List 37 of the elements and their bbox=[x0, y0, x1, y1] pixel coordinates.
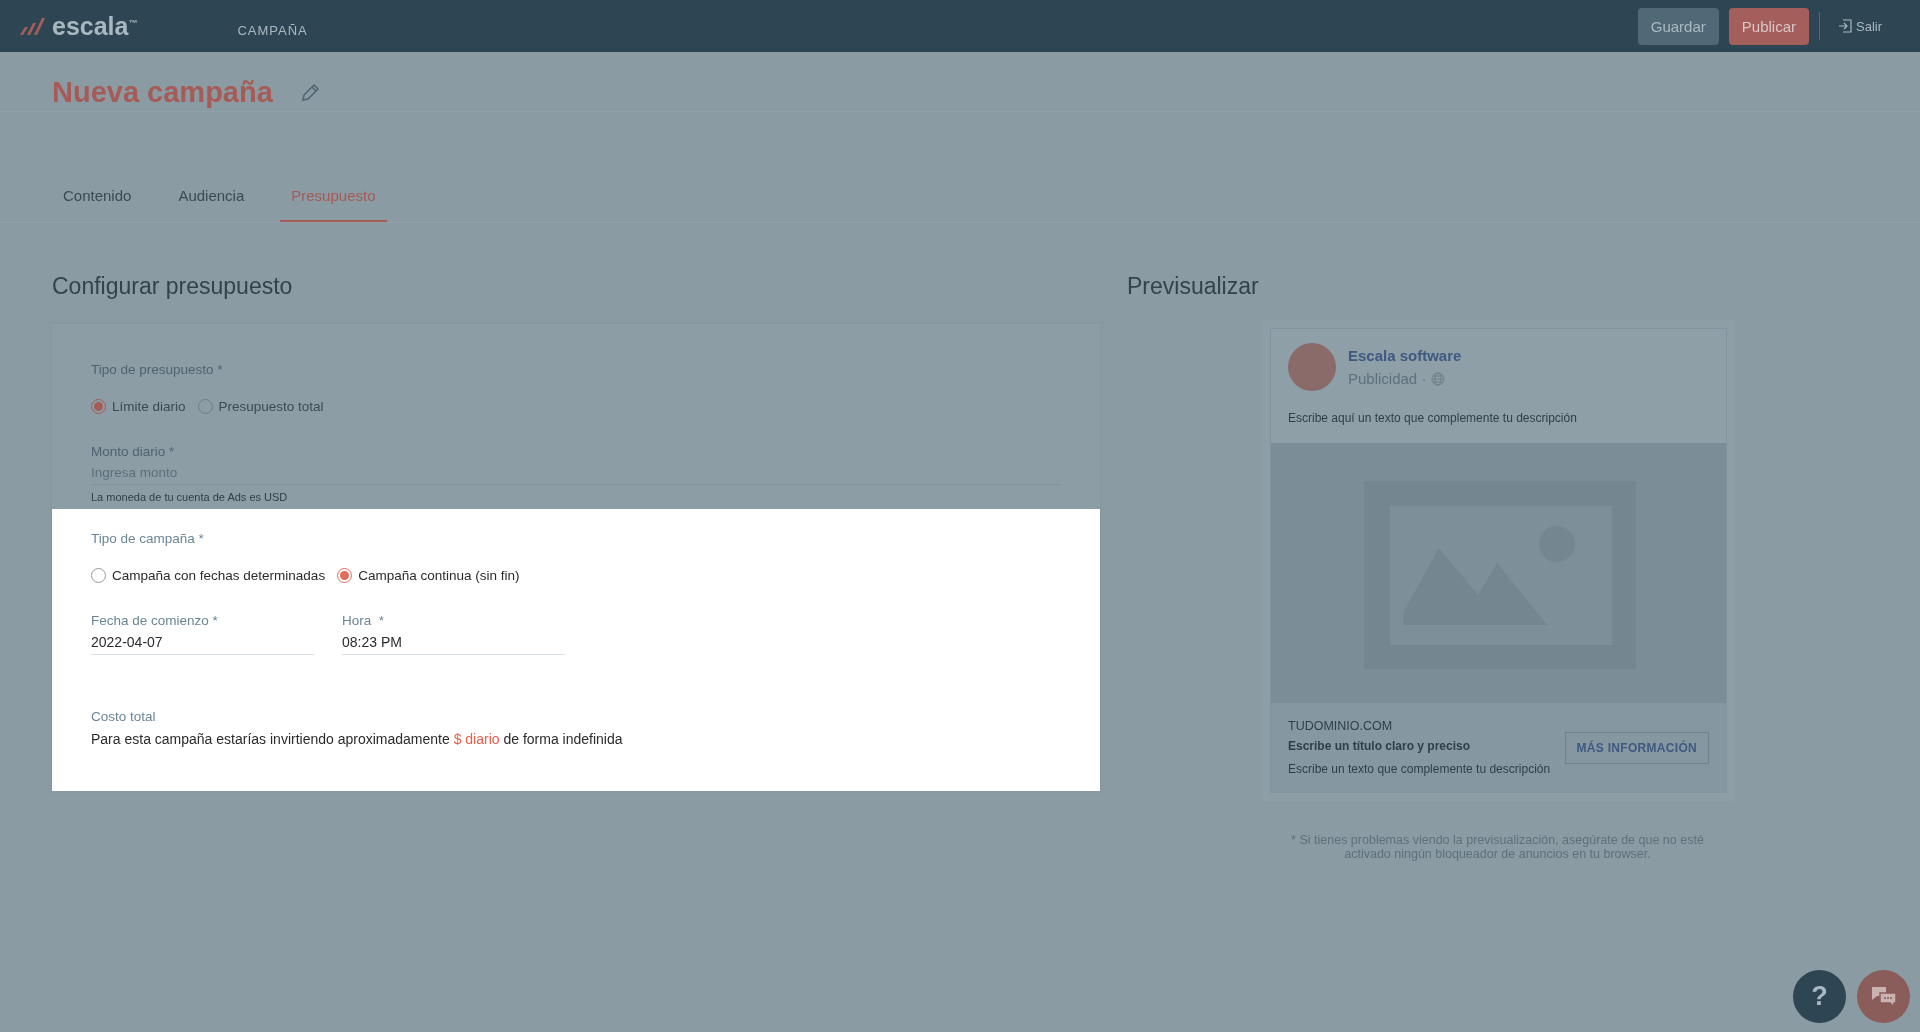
page-title: Nueva campaña bbox=[52, 76, 273, 109]
save-button[interactable]: Guardar bbox=[1637, 7, 1719, 45]
section-heading: Previsualizar bbox=[1127, 273, 1260, 300]
section-title: CAMPAÑA bbox=[237, 22, 308, 38]
ad-description: Escribe un texto que complemente tu descripción bbox=[1288, 762, 1551, 776]
logo-icon bbox=[18, 16, 46, 36]
ad-headline: Escribe un título claro y preciso bbox=[1288, 739, 1472, 753]
radio-option[interactable]: Presupuesto total bbox=[197, 399, 324, 414]
cost-sentence: Para esta campaña estarías invirtiendo aproximadamente $ diario de forma indefinida bbox=[91, 731, 624, 747]
avatar bbox=[1288, 343, 1336, 391]
page-name: Escala software bbox=[1348, 347, 1462, 364]
domain-text: TUDOMINIO.COM bbox=[1288, 719, 1394, 733]
logo-text: escala$^{™}$ bbox=[52, 11, 138, 41]
tab[interactable]: Audiencia bbox=[167, 178, 256, 222]
exit-icon bbox=[1838, 19, 1852, 33]
helper-text: La moneda de tu cuenta de Ads es USD bbox=[91, 491, 289, 503]
field-label: Hora * bbox=[342, 613, 386, 628]
section-heading: Configurar presupuesto bbox=[52, 273, 294, 300]
radio-option[interactable]: Campaña con fechas determinadas bbox=[91, 568, 326, 583]
field-label: Tipo de campaña * bbox=[91, 531, 205, 546]
publish-button[interactable]: Publicar bbox=[1728, 7, 1809, 45]
date-field[interactable]: 2022-04-07 bbox=[91, 628, 314, 655]
exit-link[interactable]: Salir bbox=[1856, 18, 1882, 34]
time-field[interactable]: 08:23 PM bbox=[342, 628, 565, 655]
tab[interactable]: Presupuesto bbox=[280, 178, 387, 222]
field-label: Monto diario * bbox=[91, 444, 176, 459]
ad-text: Escribe aquí un texto que complemente tu descripción bbox=[1288, 411, 1578, 425]
field-label: Costo total bbox=[91, 709, 157, 724]
help-button[interactable]: ? bbox=[1793, 970, 1846, 1023]
field-label: Fecha de comienzo * bbox=[91, 613, 219, 628]
radio-option[interactable]: Límite diario bbox=[91, 399, 186, 414]
tab[interactable]: Contenido bbox=[52, 178, 143, 222]
globe-icon bbox=[1431, 371, 1446, 386]
radio-option[interactable]: Campaña continua (sin fin) bbox=[337, 568, 520, 583]
chat-button[interactable] bbox=[1857, 970, 1910, 1023]
field-label: Tipo de presupuesto * bbox=[91, 362, 224, 377]
cta-button[interactable]: MÁS INFORMACIÓN bbox=[1564, 731, 1709, 764]
